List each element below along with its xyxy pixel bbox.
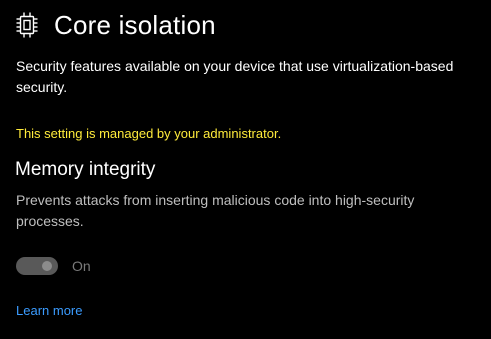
page-header: Core isolation xyxy=(16,8,216,42)
memory-integrity-title: Memory integrity xyxy=(15,159,156,180)
chip-icon xyxy=(16,12,38,38)
admin-managed-notice: This setting is managed by your administ… xyxy=(16,126,282,141)
toggle-knob xyxy=(42,261,52,271)
memory-integrity-description: Prevents attacks from inserting maliciou… xyxy=(16,192,415,229)
memory-integrity-toggle[interactable] xyxy=(16,257,58,275)
page-title: Core isolation xyxy=(54,10,216,40)
memory-integrity-toggle-row: On xyxy=(16,255,91,277)
toggle-state-label: On xyxy=(72,258,91,274)
page-description: Security features available on your devi… xyxy=(16,58,454,95)
learn-more-link[interactable]: Learn more xyxy=(16,301,82,321)
